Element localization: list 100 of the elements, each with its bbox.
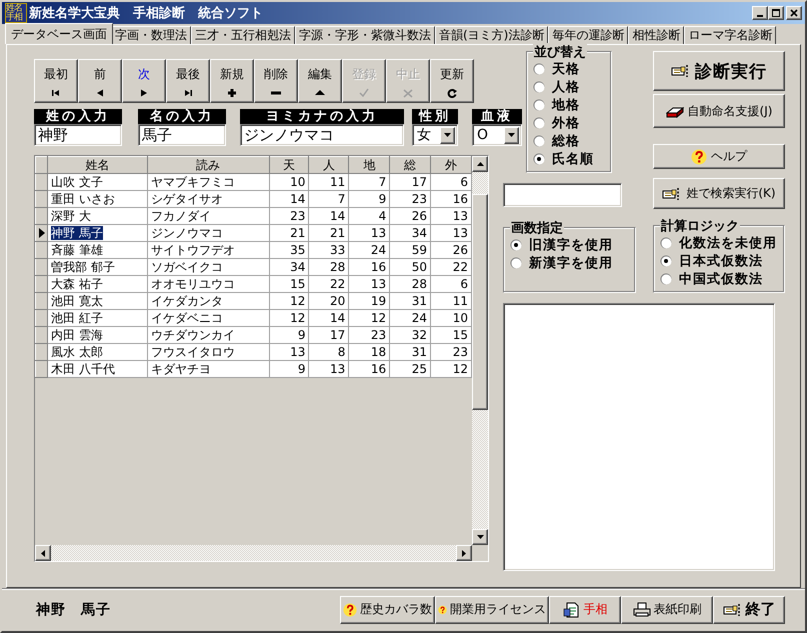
scroll-right-button[interactable] xyxy=(456,545,472,561)
footer-button[interactable]: 開業用ライセンス xyxy=(435,596,549,624)
radio-button[interactable] xyxy=(533,81,545,93)
table-cell: 28 xyxy=(412,276,428,290)
table-cell: 24 xyxy=(370,242,386,256)
input-field[interactable]: 馬子 xyxy=(138,124,226,146)
radio-label[interactable]: 人格 xyxy=(552,78,580,96)
logo-text: 姓名 xyxy=(6,4,24,12)
nav-button[interactable]: 最初 xyxy=(34,59,78,103)
radio-button[interactable] xyxy=(533,153,545,165)
table-cell: 33 xyxy=(330,242,346,256)
radio-button[interactable] xyxy=(510,257,522,269)
scroll-left-button[interactable] xyxy=(35,545,51,561)
table-cell: オオモリユウコ xyxy=(150,276,235,290)
column-header[interactable]: 総 xyxy=(390,156,431,174)
column-header[interactable]: 外 xyxy=(430,156,472,174)
tab[interactable]: 毎年の運診断 xyxy=(548,26,628,44)
footer-button[interactable]: 終了 xyxy=(713,596,785,624)
radio-button[interactable] xyxy=(533,135,545,147)
radio-label[interactable]: 天格 xyxy=(552,60,580,78)
tab[interactable]: 相性診断 xyxy=(628,26,684,44)
scroll-up-button[interactable] xyxy=(472,156,488,172)
nav-button[interactable]: 新規 xyxy=(210,59,254,103)
table-cell: 6 xyxy=(460,174,468,188)
radio-label[interactable]: 地格 xyxy=(552,96,580,114)
radio-button[interactable] xyxy=(510,239,522,251)
nav-button[interactable]: 削除 xyxy=(254,59,298,103)
nav-button[interactable]: 前 xyxy=(78,59,122,103)
table-cell: 13 xyxy=(452,226,468,240)
radio-button[interactable] xyxy=(660,273,672,285)
table-cell: 内田 雲海 xyxy=(50,328,103,342)
search-field[interactable] xyxy=(503,183,622,207)
radio-label[interactable]: 氏名順 xyxy=(552,150,594,168)
tab[interactable]: データベース画面 xyxy=(5,23,113,44)
radio-label[interactable]: 中国式仮数法 xyxy=(679,270,763,288)
table-cell: フカノダイ xyxy=(150,208,211,222)
column-header[interactable]: 地 xyxy=(348,156,390,174)
footer-button[interactable]: 表紙印刷 xyxy=(621,596,713,624)
group-title: 並び替え xyxy=(533,43,587,61)
table-cell: 6 xyxy=(460,276,468,290)
action-button[interactable]: 診断実行 xyxy=(653,51,785,91)
radio-button[interactable] xyxy=(533,63,545,75)
table-cell: 22 xyxy=(330,276,346,290)
scroll-thumb[interactable] xyxy=(472,194,488,410)
radio-label[interactable]: 旧漢字を使用 xyxy=(529,236,613,254)
nav-button[interactable]: 更新 xyxy=(430,59,474,103)
table-cell: 7 xyxy=(378,174,386,188)
patient-name: 神野 馬子 xyxy=(36,600,112,618)
table-cell: 12 xyxy=(370,310,386,324)
table-cell: 13 xyxy=(370,226,386,240)
tab[interactable]: 字画・数理法 xyxy=(111,26,191,44)
table-cell: 28 xyxy=(330,260,346,274)
tab[interactable]: 字源・字形・紫微斗数法 xyxy=(295,26,435,44)
dropdown[interactable]: 女 xyxy=(412,124,458,146)
column-header[interactable]: 人 xyxy=(308,156,349,174)
table-cell: 26 xyxy=(412,208,428,222)
table-cell: 9 xyxy=(298,362,306,376)
table-cell: 11 xyxy=(330,174,346,188)
close-button[interactable] xyxy=(786,6,802,20)
radio-label[interactable]: 化数法を未使用 xyxy=(679,234,777,252)
maximize-button[interactable] xyxy=(768,6,784,20)
table-cell: イケダカンタ xyxy=(150,294,223,308)
table-cell: フウスイタロウ xyxy=(150,344,235,358)
table-cell: 17 xyxy=(412,174,428,188)
input-field[interactable]: 神野 xyxy=(34,124,122,146)
radio-button[interactable] xyxy=(533,117,545,129)
table-cell: 斉藤 筆雄 xyxy=(50,242,103,256)
dropdown[interactable]: O xyxy=(472,124,522,146)
radio-label[interactable]: 日本式仮数法 xyxy=(679,252,763,270)
column-header[interactable]: 姓名 xyxy=(47,156,148,174)
tab[interactable]: ローマ字名診断 xyxy=(684,26,776,44)
tab[interactable]: 音韻(ヨミ方)法診断 xyxy=(435,26,548,44)
radio-button[interactable] xyxy=(660,237,672,249)
nav-button[interactable]: 最後 xyxy=(166,59,210,103)
column-header[interactable]: 読み xyxy=(147,156,270,174)
table-cell: 9 xyxy=(378,192,386,206)
action-button[interactable]: 姓で検索実行(K) xyxy=(653,178,785,209)
table-cell: 21 xyxy=(330,226,346,240)
field-label: 血液 xyxy=(472,109,522,124)
radio-button[interactable] xyxy=(660,255,672,267)
eraser-icon xyxy=(666,104,684,118)
field-label: 性別 xyxy=(412,109,458,124)
table-cell: 16 xyxy=(452,192,468,206)
table-cell: 35 xyxy=(290,242,306,256)
action-button[interactable]: ヘルプ xyxy=(653,144,785,169)
radio-label[interactable]: 総格 xyxy=(552,132,580,150)
table-cell: 15 xyxy=(452,328,468,342)
radio-button[interactable] xyxy=(533,99,545,111)
radio-label[interactable]: 外格 xyxy=(552,114,580,132)
nav-button[interactable]: 編集 xyxy=(298,59,342,103)
minimize-button[interactable] xyxy=(752,6,768,20)
action-button[interactable]: 自動命名支援(J) xyxy=(653,94,785,128)
column-header[interactable]: 天 xyxy=(269,156,309,174)
scroll-down-button[interactable] xyxy=(472,529,488,545)
footer-button[interactable]: 歴史カバラ数 xyxy=(340,596,435,624)
nav-button[interactable]: 次 xyxy=(122,59,166,103)
table-cell: 9 xyxy=(298,328,306,342)
tab[interactable]: 三才・五行相剋法 xyxy=(191,26,295,44)
radio-label[interactable]: 新漢字を使用 xyxy=(529,254,613,272)
input-field[interactable]: ジンノウマコ xyxy=(240,124,404,146)
